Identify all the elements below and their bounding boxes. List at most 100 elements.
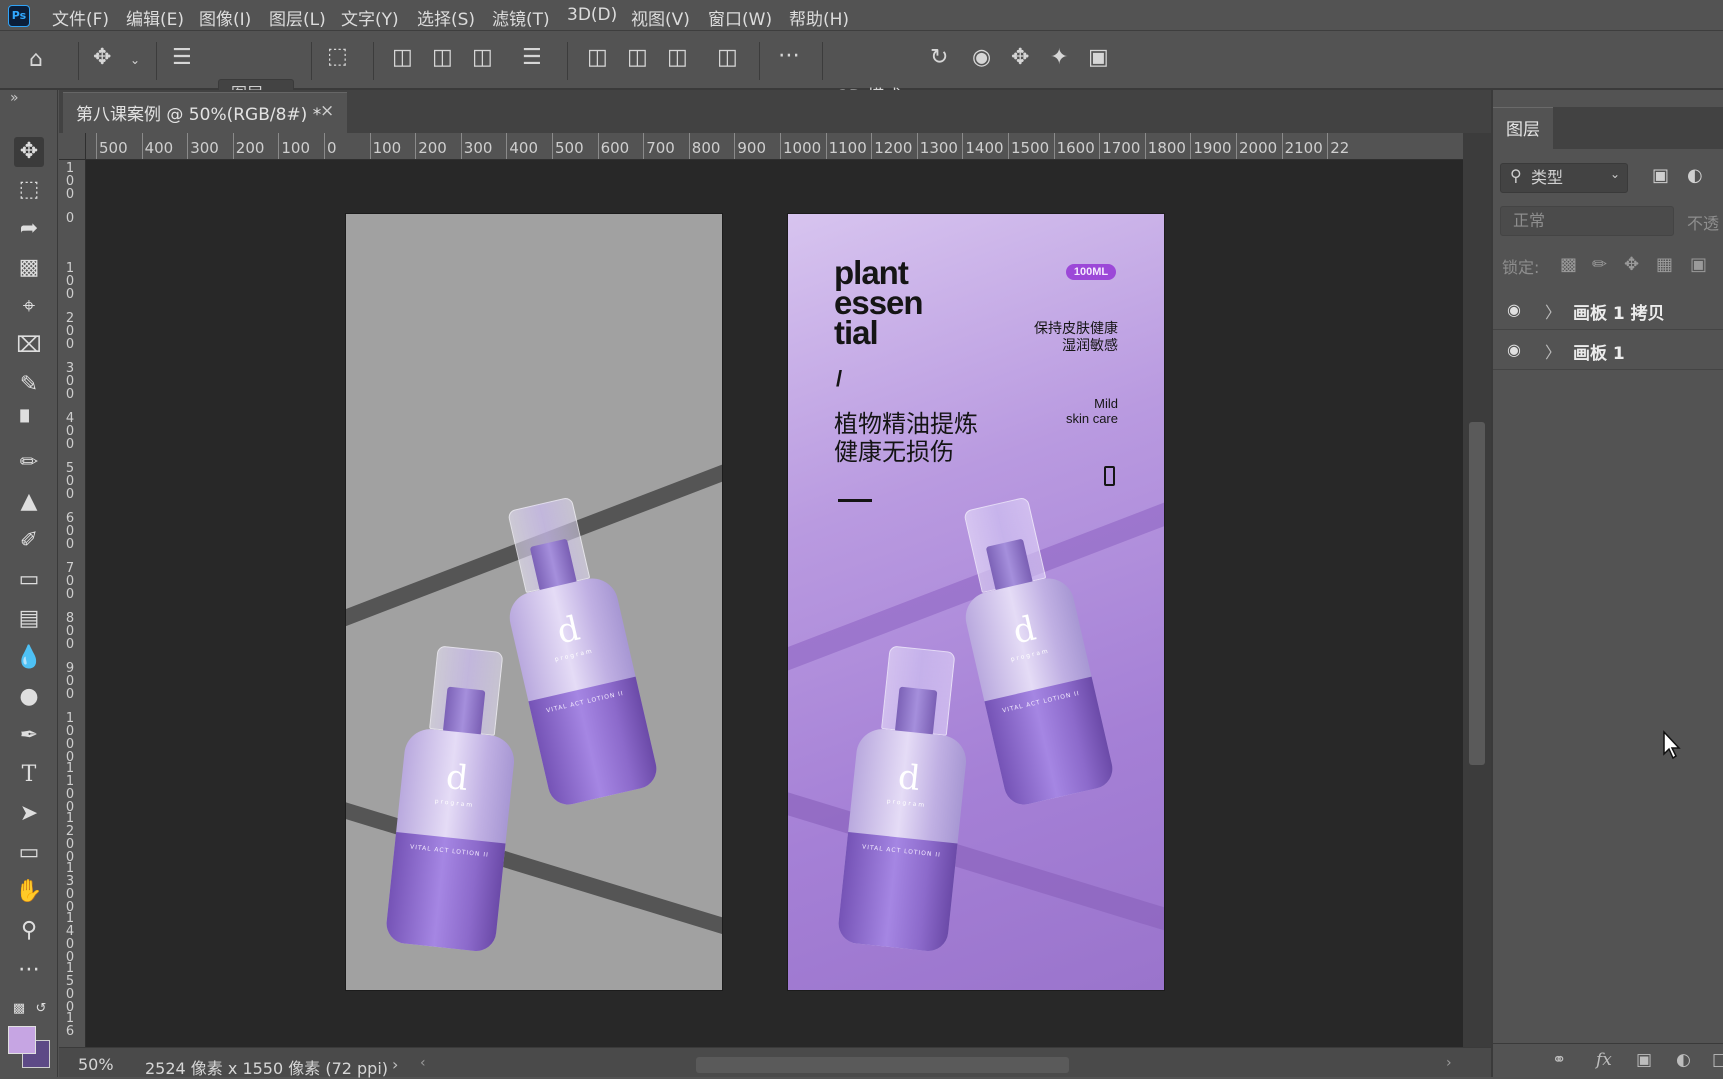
menu-image[interactable]: 图像(I)	[199, 5, 251, 30]
menu-type[interactable]: 文字(Y)	[341, 5, 399, 30]
fx-icon[interactable]: fx	[1596, 1050, 1612, 1070]
ruler-tick	[597, 133, 599, 159]
ruler-origin[interactable]	[59, 133, 86, 160]
ruler-label: 1200	[65, 811, 75, 865]
brush-tool-icon[interactable]: ✏	[14, 448, 44, 478]
distribute-v-icon[interactable]: ◫	[717, 47, 738, 69]
image-filter-icon[interactable]: ▣	[1652, 165, 1669, 186]
tagline-line-2: 健康无损伤	[834, 438, 954, 466]
blur-tool-icon[interactable]: 💧	[14, 643, 44, 673]
lock-artboard-icon[interactable]: ▦	[1656, 254, 1673, 275]
eraser-tool-icon[interactable]: ▭	[14, 565, 44, 595]
menu-layer[interactable]: 图层(L)	[269, 5, 326, 30]
blend-mode-dropdown[interactable]: 正常	[1500, 206, 1674, 236]
roll-3d-icon[interactable]: ◉	[972, 47, 991, 69]
canvas-area[interactable]	[86, 160, 1463, 1047]
menu-view[interactable]: 视图(V)	[631, 5, 690, 30]
rectangle-tool-icon[interactable]: ▭	[14, 838, 44, 868]
horizontal-scroll-thumb[interactable]	[696, 1057, 1069, 1073]
lock-all-icon[interactable]: ▣	[1690, 254, 1707, 275]
ruler-label: 1700	[1102, 139, 1141, 157]
layer-filter-value: 类型	[1531, 168, 1564, 187]
camera-3d-icon[interactable]: ▣	[1088, 47, 1109, 69]
swap-colors-icon[interactable]: ↺	[26, 994, 56, 1024]
align-right-icon[interactable]: ◫	[472, 47, 493, 69]
close-tab-icon[interactable]: ×	[320, 101, 334, 121]
lock-transparency-icon[interactable]: ▩	[1560, 254, 1577, 275]
frame-tool-icon[interactable]: ⌧	[14, 331, 44, 361]
visibility-eye-icon[interactable]: ◉	[1507, 300, 1521, 319]
slide-3d-icon[interactable]: ✦	[1050, 47, 1068, 69]
expand-chevron-icon[interactable]: 〉	[1545, 339, 1561, 363]
lock-position-icon[interactable]: ✥	[1624, 254, 1639, 275]
expand-chevron-icon[interactable]: 〉	[1545, 299, 1561, 323]
distribute-h-icon[interactable]: ☰	[522, 47, 542, 69]
home-icon[interactable]: ⌂	[29, 49, 43, 71]
move-icon[interactable]: ✥	[93, 47, 111, 69]
align-left-icon[interactable]: ◫	[392, 47, 413, 69]
type-tool-icon[interactable]: T	[14, 760, 44, 790]
marquee-tool-icon[interactable]: ⬚	[14, 175, 44, 205]
eyedropper-tool-icon[interactable]: ✎	[14, 370, 44, 400]
pan-3d-icon[interactable]: ✥	[1011, 47, 1029, 69]
history-brush-tool-icon[interactable]: ✐	[14, 526, 44, 556]
status-menu-arrow-icon[interactable]: ›	[392, 1055, 398, 1074]
adjustment-layer-icon[interactable]: ◐	[1676, 1050, 1691, 1070]
collapse-panel-icon[interactable]: »	[10, 90, 19, 106]
move-tool-icon[interactable]: ✥	[14, 137, 44, 167]
artboard-1-copy[interactable]: plant essen tial / 植物精油提炼 健康无损伤 100ML 保持…	[788, 214, 1164, 990]
visibility-eye-icon[interactable]: ◉	[1507, 340, 1521, 359]
layer-stack-icon[interactable]: ☰	[172, 47, 192, 69]
ruler-tick	[141, 133, 143, 159]
object-select-tool-icon[interactable]: ▩	[14, 253, 44, 283]
align-top-icon[interactable]: ◫	[587, 47, 608, 69]
menu-window[interactable]: 窗口(W)	[708, 5, 772, 30]
layers-tab-label: 图层	[1506, 120, 1540, 140]
new-layer-icon[interactable]: □	[1712, 1050, 1723, 1070]
hand-tool-icon[interactable]: ✋	[14, 877, 44, 907]
menu-edit[interactable]: 编辑(E)	[126, 5, 184, 30]
artboard-1[interactable]: d program VITAL ACT LOTION II d program VITA…	[346, 214, 722, 990]
ruler-label: 400	[509, 139, 539, 157]
pen-tool-icon[interactable]: ✒	[14, 721, 44, 751]
lasso-tool-icon[interactable]: ➦	[14, 214, 44, 244]
ruler-label: 900	[737, 139, 767, 157]
more-tools-icon[interactable]: ⋯	[14, 955, 44, 985]
layer-row-artboard-1[interactable]: ◉ 〉 画板 1	[1493, 330, 1723, 370]
stamp-tool-icon[interactable]: ▲	[14, 487, 44, 517]
foreground-color-swatch[interactable]	[8, 1026, 36, 1054]
gradient-tool-icon[interactable]: ▤	[14, 604, 44, 634]
dodge-tool-icon[interactable]: ●	[14, 682, 44, 712]
layers-panel	[1493, 90, 1723, 1077]
menu-file[interactable]: 文件(F)	[52, 5, 109, 30]
menu-filter[interactable]: 滤镜(T)	[492, 5, 550, 30]
vertical-scroll-thumb[interactable]	[1469, 422, 1485, 765]
ruler-tick	[916, 133, 918, 159]
orbit-3d-icon[interactable]: ↻	[930, 47, 948, 69]
horizontal-ruler[interactable]: 500 400 300 200 100 0 100 200 300 400 500 600 700 800…	[86, 133, 1478, 160]
adjustment-filter-icon[interactable]: ◐	[1687, 165, 1703, 186]
align-middle-v-icon[interactable]: ◫	[627, 47, 648, 69]
mild-line-1: Mild	[1094, 396, 1118, 411]
menu-help[interactable]: 帮助(H)	[789, 5, 849, 30]
link-layers-icon[interactable]: ⚭	[1552, 1050, 1566, 1070]
more-icon[interactable]: ⋯	[778, 45, 800, 67]
path-select-tool-icon[interactable]: ➤	[14, 799, 44, 829]
menu-select[interactable]: 选择(S)	[417, 5, 475, 30]
scroll-left-icon[interactable]: ‹	[420, 1055, 426, 1071]
align-center-h-icon[interactable]: ◫	[432, 47, 453, 69]
transform-controls-icon[interactable]: ⬚	[327, 46, 348, 68]
chevron-down-icon[interactable]: ⌄	[130, 54, 140, 66]
healing-brush-tool-icon[interactable]: ▘	[14, 409, 44, 439]
crop-tool-icon[interactable]: ⌖	[14, 292, 44, 322]
vertical-ruler[interactable]: 1000100200300400500600700800900100011001…	[59, 160, 86, 1047]
layer-mask-icon[interactable]: ▣	[1636, 1050, 1652, 1070]
zoom-level[interactable]: 50%	[78, 1055, 114, 1074]
scroll-right-icon[interactable]: ›	[1446, 1055, 1452, 1071]
menu-3d[interactable]: 3D(D)	[567, 5, 617, 25]
layer-row-artboard-1-copy[interactable]: ◉ 〉 画板 1 拷贝	[1493, 290, 1723, 330]
lock-pixels-icon[interactable]: ✏	[1592, 254, 1607, 275]
zoom-tool-icon[interactable]: ⚲	[14, 916, 44, 946]
ruler-label: 200	[235, 139, 265, 157]
align-bottom-icon[interactable]: ◫	[667, 47, 688, 69]
